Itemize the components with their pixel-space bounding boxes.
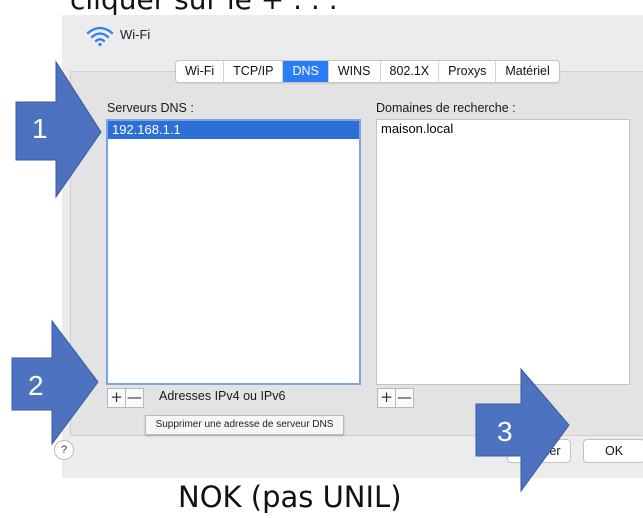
caption: NOK (pas UNIL): [178, 480, 402, 514]
callout-arrow-1: [15, 60, 102, 199]
callout-number-1: 1: [32, 113, 48, 144]
callout-arrow-3: [475, 367, 570, 493]
callout-arrow-2: [11, 319, 99, 446]
callout-number-3: 3: [497, 416, 513, 447]
callout-arrows: [11, 60, 570, 493]
callout-number-2: 2: [28, 370, 44, 401]
